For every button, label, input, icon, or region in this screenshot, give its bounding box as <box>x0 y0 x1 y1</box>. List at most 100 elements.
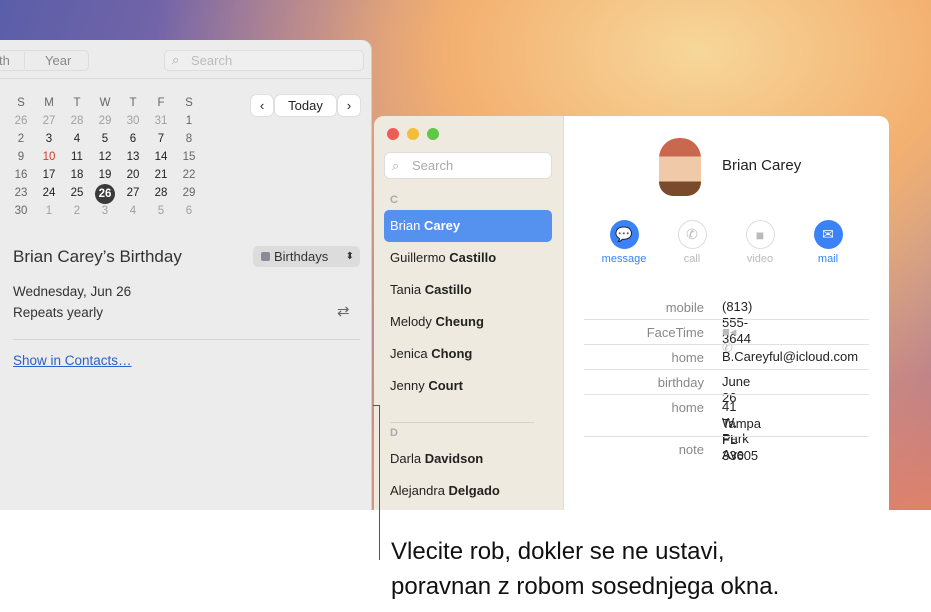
calendar-day[interactable]: 4 <box>121 205 145 217</box>
calendar-day[interactable]: 14 <box>149 151 173 163</box>
calendar-day[interactable]: 20 <box>121 169 145 181</box>
callout-tick <box>373 405 380 406</box>
field-label: home <box>671 400 704 415</box>
contact-list-item[interactable]: Brian Carey <box>384 210 552 242</box>
calendar-day[interactable]: 26 <box>9 115 33 127</box>
mail-button[interactable]: ✉ mail <box>798 220 858 265</box>
search-icon: ⌕ <box>392 158 400 173</box>
message-icon: 💬 <box>609 220 639 249</box>
today-button[interactable]: Today <box>275 95 336 116</box>
calendar-day[interactable]: 11 <box>65 151 89 163</box>
calendar-day[interactable]: 19 <box>93 169 117 181</box>
zoom-button[interactable] <box>427 128 439 140</box>
event-date: Wednesday, Jun 26 <box>13 284 132 299</box>
close-button[interactable] <box>387 128 399 140</box>
search-placeholder: Search <box>412 158 454 173</box>
contact-list-item[interactable]: Alejandra Delgado <box>384 475 552 507</box>
calendar-day[interactable]: 25 <box>65 187 89 199</box>
contact-list-item[interactable]: Jenny Court <box>384 370 552 402</box>
calendar-day[interactable]: 2 <box>65 205 89 217</box>
tab-month[interactable]: th <box>0 53 10 68</box>
calendar-day[interactable]: 4 <box>65 133 89 145</box>
calendar-select[interactable]: Birthdays ⬍ <box>253 246 360 267</box>
calendar-day[interactable]: 16 <box>9 169 33 181</box>
action-label: mail <box>817 253 839 265</box>
calendar-window: th Year ⌕ Search S M T W T F S 26 27 28 29 30 31 1 2 3 4… <box>0 40 372 510</box>
calendar-day[interactable]: 27 <box>37 115 61 127</box>
weekday-label: M <box>44 97 54 109</box>
calendar-day[interactable]: 13 <box>121 151 145 163</box>
divider <box>584 369 869 370</box>
calendar-day[interactable]: 7 <box>149 133 173 145</box>
calendar-day[interactable]: 12 <box>93 151 117 163</box>
next-month-button[interactable]: › <box>338 95 360 116</box>
section-header: C <box>390 194 398 206</box>
contact-list-item[interactable]: Tania Castillo <box>384 274 552 306</box>
search-placeholder: Search <box>191 53 233 68</box>
contact-list-item[interactable]: Jenica Chong <box>384 338 552 370</box>
field-label: mobile <box>665 300 704 315</box>
show-in-contacts-link[interactable]: Show in Contacts… <box>13 353 132 368</box>
divider <box>584 394 869 395</box>
calendar-day[interactable]: 30 <box>9 205 33 217</box>
calendar-day[interactable]: 22 <box>177 169 201 181</box>
view-segmented-control: th Year <box>0 50 89 71</box>
calendar-day[interactable]: 28 <box>149 187 173 199</box>
calendar-day[interactable]: 6 <box>177 205 201 217</box>
action-label: message <box>601 253 647 265</box>
weekday-label: F <box>157 97 165 109</box>
calendar-day[interactable]: 9 <box>9 151 33 163</box>
email-value[interactable]: B.Careyful@icloud.com <box>722 349 858 365</box>
event-title: Brian Carey’s Birthday <box>13 247 182 266</box>
weekday-label: S <box>17 97 25 109</box>
calendar-day[interactable]: 21 <box>149 169 173 181</box>
calendar-day[interactable]: 3 <box>37 133 61 145</box>
calendar-day[interactable]: 2 <box>9 133 33 145</box>
contact-name: Brian Carey <box>722 157 802 174</box>
calendar-day[interactable]: 5 <box>93 133 117 145</box>
calendar-day[interactable]: 17 <box>37 169 61 181</box>
call-button[interactable]: ✆ call <box>662 220 722 265</box>
mail-icon: ✉ <box>813 220 843 249</box>
field-label: home <box>671 350 704 365</box>
chevron-updown-icon: ⬍ <box>345 251 354 262</box>
calendar-day[interactable]: 6 <box>121 133 145 145</box>
calendar-day[interactable]: 26 <box>95 184 115 204</box>
divider <box>24 52 25 69</box>
address-line2[interactable]: Tampa FL 33605 <box>722 416 761 464</box>
weekday-label: W <box>99 97 111 109</box>
calendar-day[interactable]: 3 <box>93 205 117 217</box>
video-icon: ■ <box>745 220 775 249</box>
contacts-search-input[interactable]: ⌕ Search <box>384 152 552 179</box>
calendar-day[interactable]: 1 <box>37 205 61 217</box>
calendar-day[interactable]: 27 <box>121 187 145 199</box>
tab-year[interactable]: Year <box>45 53 71 68</box>
contact-list-item[interactable]: Darla Davidson <box>384 443 552 475</box>
previous-month-button[interactable]: ‹ <box>251 95 273 116</box>
minimize-button[interactable] <box>407 128 419 140</box>
calendar-day[interactable]: 18 <box>65 169 89 181</box>
contacts-sidebar: ⌕ Search C Brian Carey Guillermo Castillo T… <box>374 116 564 510</box>
calendar-day[interactable]: 29 <box>93 115 117 127</box>
calendar-day[interactable]: 10 <box>37 151 61 163</box>
search-input[interactable]: ⌕ Search <box>164 50 364 71</box>
calendar-day[interactable]: 15 <box>177 151 201 163</box>
video-button[interactable]: ■ video <box>730 220 790 265</box>
calendar-day[interactable]: 31 <box>149 115 173 127</box>
callout-line <box>379 405 380 560</box>
contact-list-item[interactable]: Melody Cheung <box>384 306 552 338</box>
contact-list-item[interactable]: Guillermo Castillo <box>384 242 552 274</box>
calendar-day[interactable]: 28 <box>65 115 89 127</box>
divider <box>13 339 360 340</box>
calendar-day[interactable]: 23 <box>9 187 33 199</box>
calendar-day[interactable]: 5 <box>149 205 173 217</box>
calendar-day[interactable]: 30 <box>121 115 145 127</box>
calendar-day[interactable]: 24 <box>37 187 61 199</box>
phone-icon: ✆ <box>677 220 707 249</box>
calendar-day[interactable]: 1 <box>177 115 201 127</box>
message-button[interactable]: 💬 message <box>594 220 654 265</box>
calendar-day[interactable]: 8 <box>177 133 201 145</box>
calendar-day[interactable]: 29 <box>177 187 201 199</box>
divider <box>584 344 869 345</box>
caption-line-2: poravnan z robom sosednjega okna. <box>391 573 780 600</box>
